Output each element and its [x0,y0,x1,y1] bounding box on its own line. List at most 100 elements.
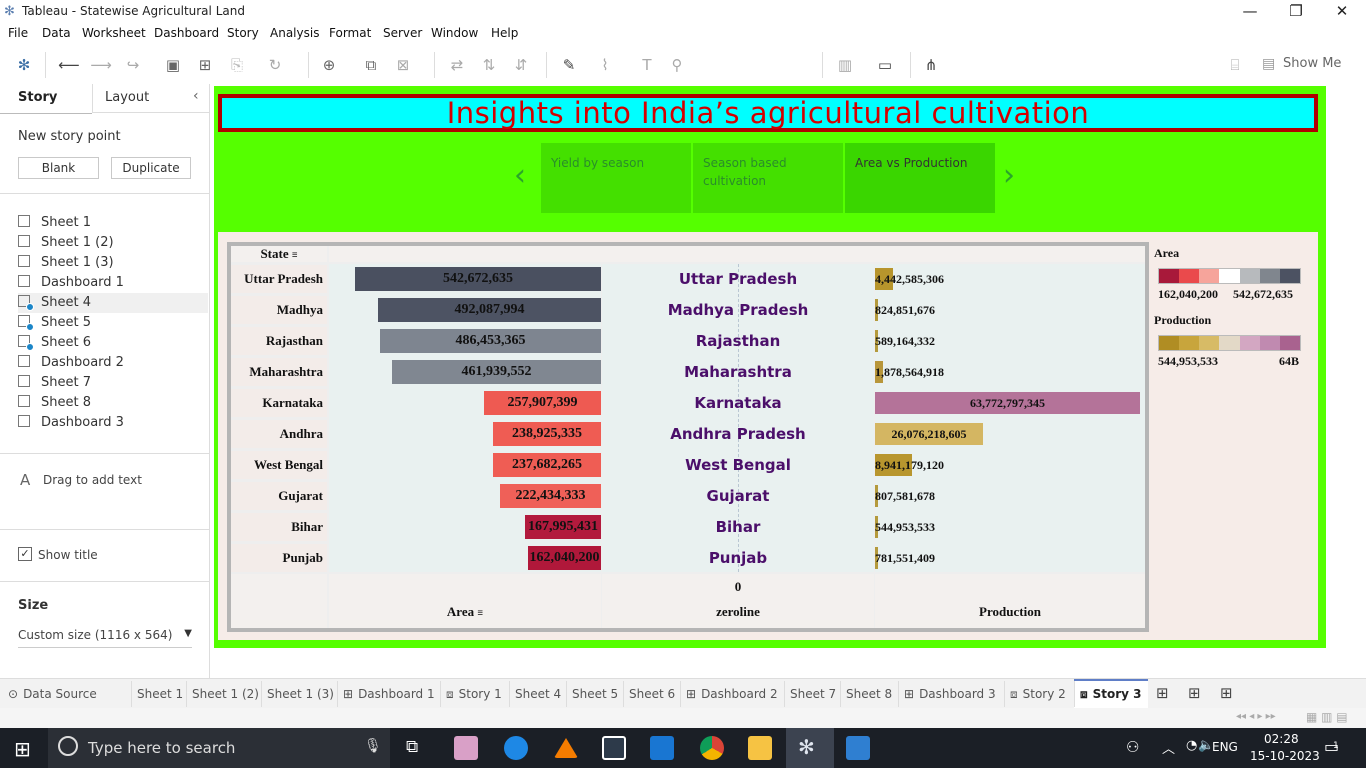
sheet-tab[interactable]: ⊞ Dashboard 2 [686,686,778,704]
clear-sheet-icon[interactable]: ⊠ [392,54,414,76]
menu-worksheet[interactable]: Worksheet [82,26,146,40]
vlc-icon[interactable] [554,738,578,758]
state-row-label[interactable]: Karnataka [231,389,327,417]
show-title-checkbox[interactable]: ✓ [18,547,32,561]
show-cards-icon[interactable]: ▥ [834,54,856,76]
area-bar[interactable]: 486,453,365 [380,329,601,353]
photos-icon[interactable] [846,736,870,760]
pause-updates-icon[interactable]: ⎘ [226,54,248,76]
tab-story[interactable]: Story [18,90,57,105]
people-icon[interactable]: ⚇ [1126,738,1139,756]
next-story-point-icon[interactable]: › [1003,158,1015,193]
clock-time[interactable]: 02:28 [1264,732,1299,746]
chevron-up-icon[interactable]: ︿ [1162,738,1175,757]
menu-help[interactable]: Help [491,26,518,40]
microphone-icon[interactable]: 🎙 [364,738,382,754]
sheet-list-item[interactable]: Sheet 1 [18,213,208,233]
state-row-label[interactable]: Rajasthan [231,327,327,355]
minimize-icon[interactable]: — [1227,0,1273,24]
state-name-label[interactable]: Bihar [602,513,874,541]
pin-icon[interactable]: ⚲ [666,54,688,76]
area-bar[interactable]: 237,682,265 [493,453,601,477]
restore-icon[interactable]: ❐ [1273,0,1319,24]
menu-data[interactable]: Data [42,26,71,40]
new-story-tab-icon[interactable]: ⊞ [1220,684,1233,702]
highlight-icon[interactable]: ✎ [558,54,580,76]
state-row-label[interactable]: Maharashtra [231,358,327,386]
share-icon[interactable]: ⋔ [920,54,942,76]
sort-ascending-icon[interactable]: ⇅ [478,54,500,76]
sheet-tab[interactable]: Sheet 4 [515,686,561,704]
sheet-tab[interactable]: Sheet 1 (2) [192,686,259,704]
area-bar[interactable]: 542,672,635 [355,267,601,291]
state-name-label[interactable]: Andhra Pradesh [602,420,874,448]
new-datasource-icon[interactable]: ⊞ [194,54,216,76]
area-bar[interactable]: 461,939,552 [392,360,601,384]
story-point-area-vs-production[interactable]: Area vs Production [845,143,995,213]
sheet-list-item[interactable]: Sheet 1 (3) [18,253,208,273]
size-dropdown[interactable]: Custom size (1116 x 564) ▼ [18,628,192,648]
menu-dashboard[interactable]: Dashboard [154,26,219,40]
story-point-yield-by-season[interactable]: Yield by season [541,143,691,213]
state-row-label[interactable]: Gujarat [231,482,327,510]
story-point-season-based-cultivation[interactable]: Season based cultivation [693,143,843,213]
mail-icon[interactable] [650,736,674,760]
presentation-icon[interactable]: ▭ [874,54,896,76]
sheet-tab[interactable]: Sheet 7 [790,686,836,704]
area-legend-ramp[interactable] [1158,268,1301,284]
format-paint-icon[interactable]: ⌸ [1224,54,1246,76]
sheet-tab[interactable]: ⊞ Dashboard 1 [343,686,435,704]
sheet-tab[interactable]: Sheet 6 [629,686,675,704]
area-bar[interactable]: 167,995,431 [525,515,601,539]
sheet-tab[interactable]: ⧈ Story 3 [1080,686,1142,704]
sort-icon[interactable]: ≡ [477,608,483,619]
redo-icon[interactable]: ⟶ [90,54,112,76]
sheet-tab[interactable]: ⊙ Data Source [8,686,97,704]
refresh-icon[interactable]: ↻ [264,54,286,76]
state-row-label[interactable]: Bihar [231,513,327,541]
file-explorer-icon[interactable] [748,736,772,760]
view-toggle-icon[interactable]: ▦ ▥ ▤ [1306,710,1348,724]
new-worksheet-icon[interactable]: ⊕ [318,54,340,76]
area-bar[interactable]: 222,434,333 [500,484,601,508]
menu-server[interactable]: Server [383,26,422,40]
undo-icon[interactable]: ⟵ [58,54,80,76]
sort-descending-icon[interactable]: ⇵ [510,54,532,76]
sheet-list-item[interactable]: Dashboard 1 [18,273,208,293]
sheet-list-item[interactable]: Sheet 7 [18,373,208,393]
duplicate-sheet-icon[interactable]: ⧉ [360,54,382,76]
blank-button[interactable]: Blank [18,157,99,179]
state-row-label[interactable]: Madhya Pradesh [231,296,327,345]
state-row-label[interactable]: Punjab [231,544,327,572]
clock-date[interactable]: 15-10-2023 [1250,749,1320,763]
sheet-tab[interactable]: ⧈ Story 1 [446,686,502,704]
area-bar[interactable]: 492,087,994 [378,298,601,322]
drag-text-label[interactable]: Drag to add text [43,473,142,487]
duplicate-button[interactable]: Duplicate [111,157,191,179]
menu-format[interactable]: Format [329,26,371,40]
state-name-label[interactable]: Karnataka [602,389,874,417]
chrome-icon[interactable] [700,736,724,760]
sheet-list-item[interactable]: Dashboard 2 [18,353,208,373]
sheet-tab[interactable]: ⧈ Story 2 [1010,686,1066,704]
state-header-cell[interactable]: State ≡ [231,246,327,262]
sheet-tab[interactable]: ⊞ Dashboard 3 [904,686,996,704]
nav-arrows-icon[interactable]: ◂◂ ◂ ▸ ▸▸ [1236,711,1276,722]
state-row-label[interactable]: Uttar Pradesh [231,265,327,293]
prev-story-point-icon[interactable]: ‹ [514,158,526,193]
state-name-label[interactable]: Rajasthan [602,327,874,355]
menu-analysis[interactable]: Analysis [270,26,319,40]
label-icon[interactable]: T [636,54,658,76]
area-bar[interactable]: 162,040,200 [528,546,601,570]
collapse-panel-icon[interactable]: ‹ [193,88,199,104]
area-bar[interactable]: 257,907,399 [484,391,601,415]
edge-icon[interactable] [504,736,528,760]
wifi-icon[interactable]: ◔ [1186,738,1197,753]
windows-start-icon[interactable]: ⊞ [14,737,31,761]
sheet-list-item[interactable]: Sheet 4 [18,293,208,313]
state-name-label[interactable]: West Bengal [602,451,874,479]
tableau-home-icon[interactable]: ✻ [13,54,35,76]
state-row-label[interactable]: West Bengal [231,451,327,479]
save-icon[interactable]: ▣ [162,54,184,76]
state-name-label[interactable]: Madhya Pradesh [602,296,874,324]
